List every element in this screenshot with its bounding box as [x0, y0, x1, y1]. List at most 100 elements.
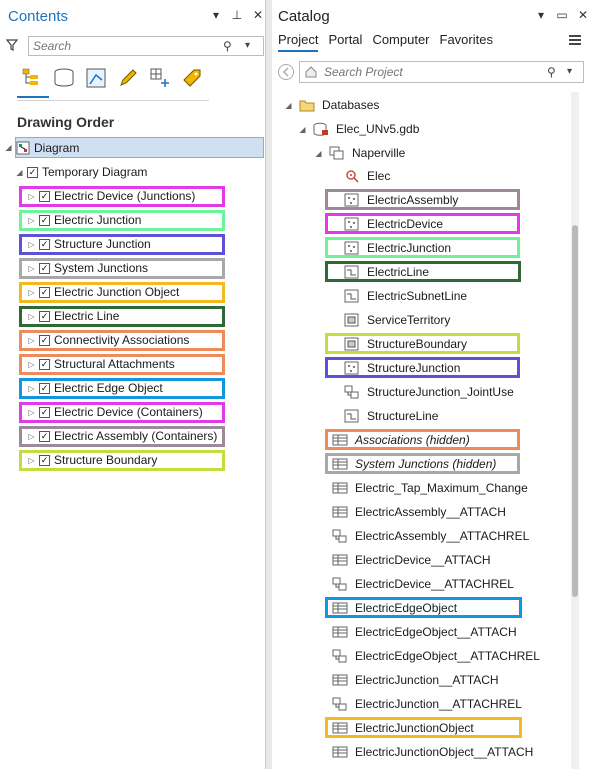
catalog-item[interactable]: Elec	[344, 166, 390, 186]
table-icon	[332, 481, 348, 495]
relationship-icon	[344, 385, 360, 399]
layer-row[interactable]: ▷ ✓ Connectivity Associations	[19, 330, 225, 351]
highlight-box	[19, 258, 225, 279]
catalog-item[interactable]: System Junctions (hidden)	[332, 454, 496, 474]
catalog-item[interactable]: ElectricJunction__ATTACH	[332, 670, 499, 690]
tree-item-gdb[interactable]: ◢ Elec_UNv5.gdb	[298, 119, 419, 139]
tab-favorites[interactable]: Favorites	[440, 32, 493, 52]
search-icon[interactable]: ⚲	[547, 65, 556, 79]
contents-search-input[interactable]	[33, 39, 213, 53]
catalog-item[interactable]: ElectricJunction	[344, 238, 451, 258]
search-options-icon[interactable]: ▾	[245, 40, 250, 51]
list-by-drawing-order-icon[interactable]	[20, 66, 44, 90]
catalog-item-label: ElectricEdgeObject	[355, 601, 458, 615]
collapse-icon[interactable]: ◢	[15, 168, 24, 177]
geodatabase-icon	[313, 122, 329, 136]
catalog-item[interactable]: ElectricDevice__ATTACHREL	[332, 574, 514, 594]
layer-row[interactable]: ▷ ✓ Structure Boundary	[19, 450, 225, 471]
point-icon	[344, 241, 360, 255]
collapse-icon[interactable]: ◢	[314, 149, 323, 158]
layer-row[interactable]: ▷ ✓ Electric Junction	[19, 210, 225, 231]
catalog-item-label: StructureJunction	[367, 361, 461, 375]
catalog-item[interactable]: ElectricLine	[344, 262, 429, 282]
point-icon	[344, 193, 360, 207]
highlight-box	[19, 378, 225, 399]
relationship-icon	[332, 577, 348, 591]
catalog-item[interactable]: ElectricEdgeObject__ATTACH	[332, 622, 517, 642]
catalog-item[interactable]: Associations (hidden)	[332, 430, 470, 450]
search-icon[interactable]: ⚲	[223, 39, 232, 53]
line-icon	[344, 409, 360, 423]
diagram-row[interactable]: ◢ Diagram	[5, 137, 264, 158]
catalog-item[interactable]: ElectricJunction__ATTACHREL	[332, 694, 522, 714]
table-icon	[332, 601, 348, 615]
catalog-item[interactable]: StructureBoundary	[344, 334, 467, 354]
catalog-item[interactable]: StructureLine	[344, 406, 438, 426]
catalog-item-label: StructureJunction_JointUse	[367, 385, 514, 399]
tab-project[interactable]: Project	[278, 32, 319, 52]
collapse-icon[interactable]: ◢	[298, 125, 307, 134]
filter-icon[interactable]	[5, 38, 19, 55]
tab-portal[interactable]: Portal	[328, 32, 362, 52]
catalog-item[interactable]: ElectricDevice	[344, 214, 443, 234]
layer-row[interactable]: ▷ ✓ Structure Junction	[19, 234, 225, 255]
layer-row[interactable]: ▷ ✓ Electric Junction Object	[19, 282, 225, 303]
network-icon	[344, 169, 360, 183]
catalog-item-label: ElectricJunction	[367, 241, 452, 255]
catalog-item[interactable]: ElectricJunctionObject__ATTACH	[332, 742, 533, 762]
table-icon	[332, 553, 348, 567]
close-icon[interactable]: ✕	[252, 8, 264, 22]
visibility-checkbox[interactable]: ✓	[27, 166, 38, 178]
options-dropdown-icon[interactable]: ▾	[535, 8, 547, 22]
catalog-item-label: ElectricLine	[367, 265, 430, 279]
catalog-item[interactable]: StructureJunction_JointUse	[344, 382, 514, 402]
close-icon[interactable]: ✕	[577, 8, 589, 22]
layer-row[interactable]: ▷ ✓ Electric Assembly (Containers)	[19, 426, 225, 447]
catalog-pane: Catalog ▾ ▭ ✕ Project Portal Computer Fa…	[272, 0, 591, 769]
catalog-search-input[interactable]	[324, 65, 504, 79]
catalog-item[interactable]: Electric_Tap_Maximum_Change	[332, 478, 528, 498]
pin-icon[interactable]: ⊥	[231, 8, 243, 22]
catalog-item[interactable]: ElectricDevice__ATTACH	[332, 550, 491, 570]
list-by-selection-icon[interactable]	[84, 66, 108, 90]
diagram-icon	[16, 141, 30, 155]
layer-row[interactable]: ▷ ✓ Electric Line	[19, 306, 225, 327]
collapse-icon[interactable]: ◢	[284, 101, 293, 110]
tab-computer[interactable]: Computer	[372, 32, 429, 52]
menu-icon[interactable]	[568, 33, 582, 50]
layer-row[interactable]: ▷ ✓ Structural Attachments	[19, 354, 225, 375]
list-by-labeling-icon[interactable]	[180, 66, 204, 90]
catalog-scrollbar[interactable]	[571, 92, 579, 769]
catalog-item-label: Associations (hidden)	[355, 433, 470, 447]
list-by-snapping-icon[interactable]	[148, 66, 172, 90]
catalog-item[interactable]: ServiceTerritory	[344, 310, 450, 330]
temporary-diagram-row[interactable]: ◢ ✓ Temporary Diagram	[15, 162, 255, 182]
catalog-item[interactable]: StructureJunction	[344, 358, 460, 378]
layer-row[interactable]: ▷ ✓ Electric Device (Containers)	[19, 402, 225, 423]
catalog-item[interactable]: ElectricAssembly__ATTACHREL	[332, 526, 529, 546]
search-options-icon[interactable]: ▾	[567, 66, 572, 77]
catalog-item-label: ElectricAssembly__ATTACHREL	[355, 529, 530, 543]
layer-row[interactable]: ▷ ✓ Electric Device (Junctions)	[19, 186, 225, 207]
catalog-item[interactable]: ElectricEdgeObject__ATTACHREL	[332, 646, 540, 666]
list-by-data-source-icon[interactable]	[52, 66, 76, 90]
tree-item-dataset[interactable]: ◢ Naperville	[314, 143, 405, 163]
layer-row[interactable]: ▷ ✓ System Junctions	[19, 258, 225, 279]
back-icon[interactable]	[277, 63, 295, 84]
list-by-editing-icon[interactable]	[116, 66, 140, 90]
tree-item-databases[interactable]: ◢ Databases	[284, 95, 379, 115]
highlight-box	[19, 186, 225, 207]
catalog-item[interactable]: ElectricJunctionObject	[332, 718, 474, 738]
catalog-item[interactable]: ElectricSubnetLine	[344, 286, 467, 306]
point-icon	[344, 361, 360, 375]
catalog-item[interactable]: ElectricEdgeObject	[332, 598, 457, 618]
collapse-icon[interactable]: ◢	[4, 143, 13, 152]
layer-row[interactable]: ▷ ✓ Electric Edge Object	[19, 378, 225, 399]
options-dropdown-icon[interactable]: ▾	[210, 8, 222, 22]
scrollbar-thumb[interactable]	[572, 225, 578, 597]
catalog-tabs: Project Portal Computer Favorites	[278, 32, 493, 52]
maximize-icon[interactable]: ▭	[556, 8, 568, 22]
highlight-box	[19, 210, 225, 231]
catalog-item[interactable]: ElectricAssembly	[344, 190, 458, 210]
catalog-item[interactable]: ElectricAssembly__ATTACH	[332, 502, 506, 522]
